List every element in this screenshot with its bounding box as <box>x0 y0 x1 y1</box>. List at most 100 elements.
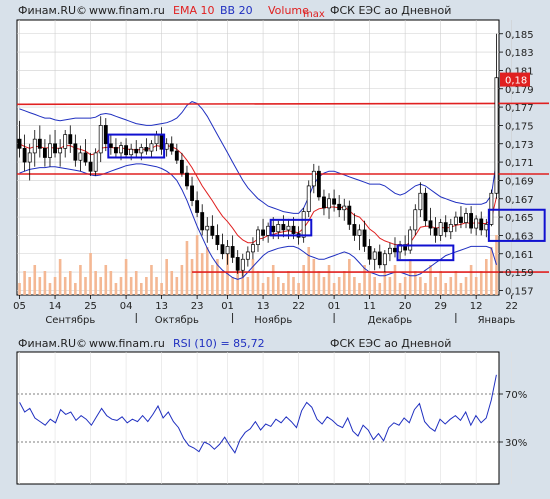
volume-bar <box>342 271 346 295</box>
candle-body <box>185 172 189 187</box>
volume-bar <box>246 277 250 295</box>
rsi-y-axis: 70% 30% <box>499 390 527 449</box>
volume-bar <box>398 283 402 295</box>
candle-body <box>367 246 372 260</box>
candle-body <box>362 229 367 247</box>
candle-body <box>129 148 134 156</box>
candle-body <box>225 246 230 255</box>
volume-bar <box>84 277 87 295</box>
rsi-value: RSI (10) = 85,72 <box>173 337 265 350</box>
candle-body <box>210 225 215 236</box>
y-tick-label: 0,175 <box>505 121 534 132</box>
volume-bar <box>459 283 463 295</box>
y-tick-label: 0,169 <box>505 176 534 187</box>
y-tick-label: 0,157 <box>505 286 534 297</box>
candle-body <box>37 138 42 149</box>
level-line <box>16 102 550 106</box>
candle-body <box>408 229 413 251</box>
volume-bar <box>205 247 209 295</box>
x-tick-label: 23 <box>191 301 204 312</box>
candle-body <box>281 224 286 231</box>
volume-bar <box>48 283 52 295</box>
volume-bar <box>424 283 427 295</box>
candle-body <box>139 147 144 154</box>
volume-bar <box>28 277 31 295</box>
candle-body <box>484 224 489 231</box>
main-ticker: ФСК ЕЭС ао Дневной <box>330 4 451 17</box>
candle-body <box>276 224 281 233</box>
rsi-y-tick-label: 30% <box>505 438 527 449</box>
volume-bar <box>479 271 483 295</box>
volume-bar <box>307 247 311 295</box>
legend-ema: EMA 10 <box>173 4 214 17</box>
main-source: Финам.RU© <box>18 4 87 17</box>
x-tick-label: 12 <box>470 301 483 312</box>
volume-bar <box>175 277 179 295</box>
candle-body <box>235 257 240 271</box>
volume-bar <box>297 283 300 295</box>
candle-body <box>469 213 474 229</box>
volume-bar <box>109 271 113 295</box>
volume-bar <box>312 259 316 295</box>
legend-bb: BB 20 <box>220 4 253 17</box>
candle-body <box>251 244 255 253</box>
volume-bar <box>63 277 67 295</box>
rsi-plot-area <box>16 351 500 485</box>
rsi-ticker: ФСК ЕЭС ао Дневной <box>330 337 451 350</box>
main-x-axis: 05 14 25 04 13 23 01 13 22 01 11 20 29 12 22 Сентябрь Ок… <box>13 295 518 326</box>
x-tick-label: 11 <box>363 301 376 312</box>
rsi-site: www.finam.ru <box>89 337 165 350</box>
volume-bar <box>282 283 285 295</box>
volume-bar <box>403 277 407 295</box>
y-tick-label: 0,177 <box>505 103 534 114</box>
volume-bar <box>378 283 382 295</box>
candle-body <box>144 147 149 152</box>
volume-bar <box>79 265 82 295</box>
volume-bar <box>271 265 275 295</box>
y-tick-label: 0,167 <box>505 195 534 206</box>
volume-bar <box>368 271 371 295</box>
candle-body <box>68 134 73 145</box>
volume-bar <box>449 277 453 295</box>
candle-body <box>311 170 316 187</box>
candle-body <box>256 229 260 245</box>
month-label: Октябрь <box>155 315 199 326</box>
candle-body <box>393 247 397 253</box>
x-tick-label: 05 <box>13 301 26 312</box>
candle-body <box>108 143 113 148</box>
candle-body <box>453 216 458 225</box>
candle-body <box>154 134 159 145</box>
volume-bar <box>464 277 468 295</box>
volume-bar <box>256 271 260 295</box>
candle-body <box>271 225 276 233</box>
volume-bar <box>322 277 326 295</box>
candle-body <box>63 134 68 149</box>
candle-body <box>58 147 63 154</box>
x-tick-label: 25 <box>84 301 97 312</box>
candle-body <box>418 192 423 211</box>
candle-body <box>174 150 179 161</box>
candle-body <box>53 143 57 154</box>
volume-bar <box>160 283 163 295</box>
volume-bar <box>408 259 412 295</box>
legend-max: max <box>303 9 325 20</box>
candle-body <box>448 224 453 233</box>
candle-body <box>347 205 352 225</box>
candle-body <box>88 161 93 172</box>
candle-body <box>266 225 271 236</box>
candle-body <box>17 138 22 149</box>
candle-body <box>78 152 83 161</box>
volume-bar <box>94 271 97 295</box>
volume-bar <box>53 277 57 295</box>
candle-body <box>413 209 418 231</box>
volume-bar <box>180 265 184 295</box>
volume-bar <box>58 259 62 295</box>
rsi-y-tick-label: 70% <box>505 390 527 401</box>
candle-body <box>494 77 499 194</box>
x-tick-label: 29 <box>434 301 447 312</box>
candle-body <box>464 213 468 223</box>
candle-body <box>114 147 118 154</box>
candle-body <box>316 170 321 198</box>
volume-bar <box>429 265 432 295</box>
main-y-axis: 0,1850,1830,1810,1790,1770,1750,1730,171… <box>499 30 534 297</box>
